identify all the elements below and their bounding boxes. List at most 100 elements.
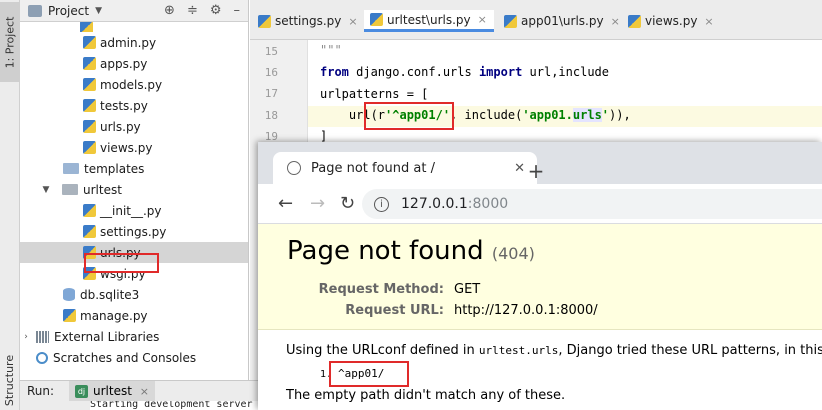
browser-tab[interactable]: Page not found at / ✕ [273, 152, 537, 184]
close-icon[interactable]: × [478, 13, 487, 26]
run-label: Run: [27, 384, 55, 398]
run-tab[interactable]: dj urltest × [69, 381, 155, 401]
tree-item-label: Scratches and Consoles [53, 350, 197, 365]
project-icon [28, 4, 42, 17]
code-line: urlpatterns = [ [320, 87, 428, 101]
code-token: """ [320, 43, 342, 57]
tab-urltest-urls[interactable]: urltest\urls.py × [364, 10, 494, 32]
urlconf-suffix: , Django tried these URL patterns, in th… [558, 343, 822, 358]
tree-item-partial[interactable] [20, 22, 248, 32]
request-method-label: Request Method: [318, 282, 444, 297]
tree-item[interactable]: urls.py [20, 116, 248, 137]
status-code: (404) [491, 244, 535, 263]
code-line: from django.conf.urls import url,include [320, 65, 609, 79]
new-tab-button[interactable]: + [524, 159, 548, 183]
tree-item[interactable]: manage.py [20, 305, 248, 326]
chevron-down-icon[interactable]: ▼ [40, 185, 52, 195]
run-tab-label: urltest [93, 384, 132, 398]
folder-icon [63, 163, 79, 174]
tree-item-label: urltest [83, 182, 122, 197]
python-file-icon [628, 14, 641, 28]
tab-label: settings.py [275, 14, 342, 28]
tree-item-label: settings.py [100, 224, 167, 239]
run-output: Starting development server [90, 401, 270, 410]
tab-app01-urls[interactable]: app01\urls.py × [498, 10, 620, 32]
tree-item[interactable]: › External Libraries [20, 326, 248, 347]
tab-settings[interactable]: settings.py × [252, 10, 362, 32]
locate-icon[interactable]: ⊕ [164, 3, 175, 18]
url-port: :8000 [467, 196, 509, 212]
code-token: 'app01. [522, 108, 573, 122]
tree-item[interactable]: __init__.py [20, 200, 248, 221]
project-panel-title[interactable]: Project [48, 4, 89, 18]
tree-item[interactable]: Scratches and Consoles [20, 347, 248, 368]
code-token: urls [572, 108, 602, 122]
left-tool-strip: 1: Project Structure [0, 0, 20, 410]
code-token: from [320, 65, 349, 79]
close-icon[interactable]: × [140, 385, 149, 398]
tree-item-label: External Libraries [54, 329, 160, 344]
tree-item[interactable]: tests.py [20, 95, 248, 116]
editor-tab-bar: settings.py × urltest\urls.py × app01\urls… [250, 0, 822, 40]
python-file-icon [370, 13, 383, 26]
tree-item[interactable]: settings.py [20, 221, 248, 242]
python-file-icon [83, 120, 96, 133]
chevron-down-icon[interactable]: ▼ [95, 6, 102, 16]
tree-item-label: manage.py [80, 308, 148, 323]
forward-icon[interactable]: → [310, 193, 325, 214]
project-tool-tab[interactable]: 1: Project [0, 2, 20, 82]
code-token: , include( [450, 108, 523, 122]
close-icon[interactable]: × [704, 15, 713, 28]
tree-item-folder[interactable]: ▼ urltest [20, 179, 248, 200]
close-icon[interactable]: × [611, 15, 620, 28]
tree-item[interactable]: admin.py [20, 32, 248, 53]
highlight-box [364, 102, 454, 130]
project-tool-tab-label: 1: Project [3, 16, 17, 68]
tree-item[interactable]: models.py [20, 74, 248, 95]
tree-item-label: models.py [100, 77, 163, 92]
hide-icon[interactable]: – [234, 3, 241, 18]
tree-item-label: tests.py [100, 98, 148, 113]
tree-item-label: __init__.py [100, 203, 162, 218]
python-file-icon [83, 78, 96, 91]
tree-item-label: db.sqlite3 [80, 287, 140, 302]
tree-item-folder[interactable]: templates [20, 158, 248, 179]
ide-window: 1: Project Structure Project ▼ ⊕ ≑ ⚙ – a… [0, 0, 822, 410]
reload-icon[interactable]: ↻ [340, 193, 355, 214]
tree-item[interactable]: db.sqlite3 [20, 284, 248, 305]
tab-label: views.py [645, 14, 698, 28]
back-icon[interactable]: ← [278, 193, 293, 214]
request-url-value: http://127.0.0.1:8000/ [454, 303, 598, 318]
urlconf-prefix: Using the URLconf defined in [286, 343, 479, 358]
tab-views[interactable]: views.py × [622, 10, 722, 32]
close-icon[interactable]: × [348, 15, 357, 28]
globe-icon [287, 161, 301, 175]
error-summary: Page not found (404) Request Method: GET… [258, 224, 822, 330]
python-file-icon [83, 36, 96, 49]
info-icon[interactable]: i [374, 196, 389, 212]
empty-path-message: The empty path didn't match any of these… [286, 388, 566, 403]
collapse-icon[interactable]: ≑ [187, 3, 198, 18]
tree-item-label: urls.py [100, 119, 141, 134]
python-file-icon [83, 204, 96, 217]
python-file-icon [83, 57, 96, 70]
browser-window: Page not found at / ✕ + ← → ↻ i 127.0.0.… [258, 142, 822, 410]
tree-item[interactable]: apps.py [20, 53, 248, 74]
gear-icon[interactable]: ⚙ [210, 3, 222, 18]
code-line: ] [320, 129, 327, 143]
error-details: Using the URLconf defined in urltest.url… [258, 330, 822, 410]
code-line: """ [320, 43, 342, 57]
page-title: Page not found (404) [287, 236, 535, 266]
urlconf-message: Using the URLconf defined in urltest.url… [286, 343, 822, 358]
chevron-right-icon[interactable]: › [20, 332, 32, 342]
python-file-icon [63, 309, 76, 322]
python-file-icon [83, 141, 96, 154]
code-token: django.conf.urls [348, 65, 479, 79]
tree-item[interactable]: views.py [20, 137, 248, 158]
database-icon [63, 288, 75, 301]
tab-label: app01\urls.py [521, 14, 604, 28]
address-bar[interactable]: i 127.0.0.1:8000 [362, 189, 822, 219]
structure-tool-tab-label: Structure [3, 354, 17, 406]
structure-tool-tab[interactable]: Structure [0, 350, 20, 410]
tree-item-label: views.py [100, 140, 153, 155]
